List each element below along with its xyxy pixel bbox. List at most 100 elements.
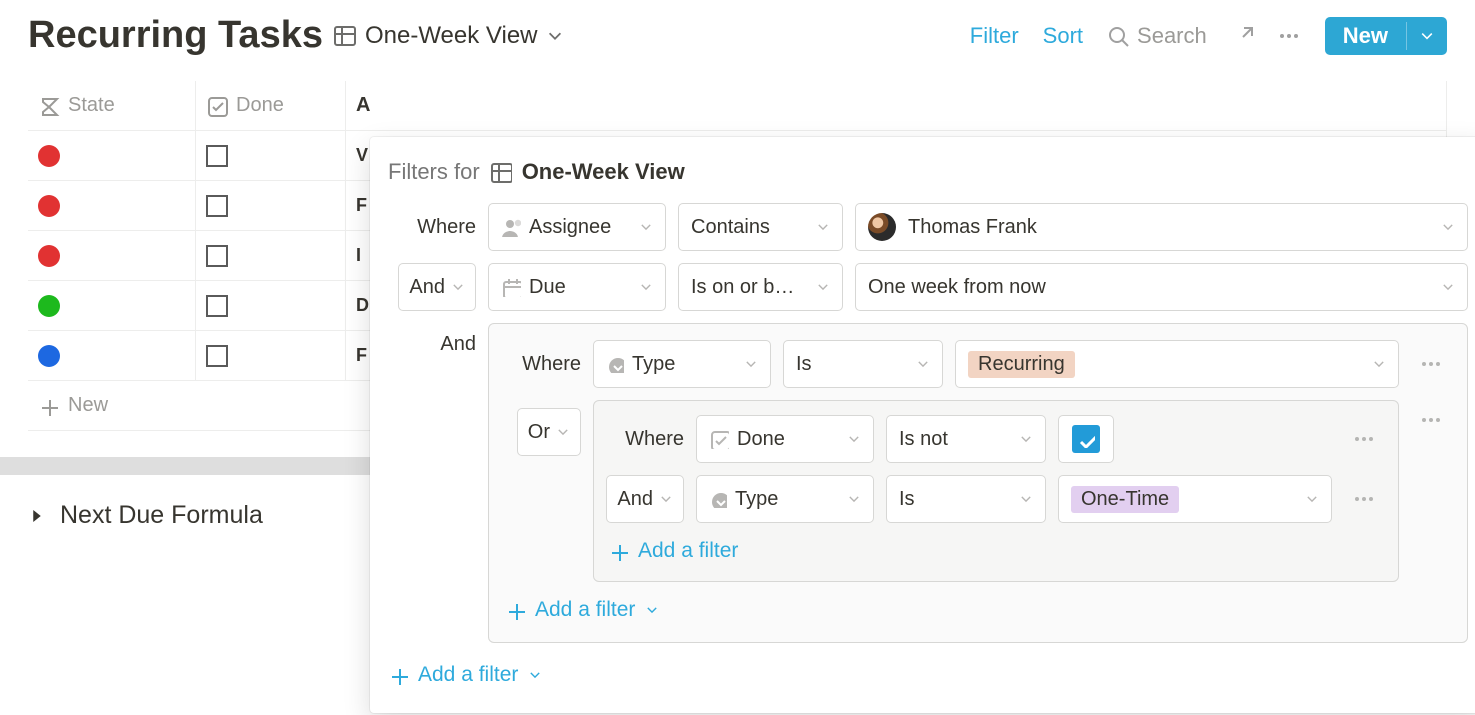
property-select[interactable]: Type [696, 475, 874, 523]
done-checkbox[interactable] [206, 295, 228, 317]
property-select[interactable]: Type [593, 340, 771, 388]
chevron-down-icon [1441, 280, 1455, 294]
table-icon [333, 24, 357, 48]
col-name[interactable]: A [346, 81, 1447, 130]
operator-select[interactable]: Contains [678, 203, 843, 251]
check-icon [1072, 425, 1100, 453]
value-select[interactable]: Recurring [955, 340, 1399, 388]
add-filter-button[interactable]: Add a filter [608, 535, 1384, 567]
conjunction-select[interactable]: And [606, 475, 684, 523]
view-switcher[interactable]: One-Week View [333, 22, 564, 50]
state-dot [38, 345, 60, 367]
view-name: One-Week View [365, 22, 538, 50]
rule-more-button[interactable] [1344, 487, 1384, 511]
select-icon [709, 490, 727, 508]
property-select[interactable]: Assignee [488, 203, 666, 251]
value-select[interactable]: One week from now [855, 263, 1468, 311]
chevron-down-icon [847, 432, 861, 446]
done-checkbox[interactable] [206, 345, 228, 367]
chevron-down-icon [916, 357, 930, 371]
value-checkbox[interactable] [1058, 415, 1114, 463]
value-select[interactable]: Thomas Frank [855, 203, 1468, 251]
chevron-down-icon [546, 27, 564, 45]
operator-select[interactable]: Is [783, 340, 943, 388]
avatar [868, 213, 896, 241]
header-actions: Filter Sort Search New [970, 17, 1447, 55]
done-checkbox[interactable] [206, 245, 228, 267]
chevron-down-icon [556, 425, 570, 439]
col-state[interactable]: State [28, 81, 196, 130]
property-select[interactable]: Done [696, 415, 874, 463]
operator-label: Is on or b… [691, 276, 794, 299]
chevron-down-icon [1441, 220, 1455, 234]
value-label: Thomas Frank [908, 216, 1037, 239]
col-state-label: State [68, 94, 115, 117]
plus-icon [38, 396, 58, 416]
conj-and: And [440, 333, 476, 356]
filter-group-nested: Where Done Is not [593, 400, 1399, 582]
rule-more-button[interactable] [1344, 427, 1384, 451]
operator-label: Contains [691, 216, 770, 239]
chevron-down-icon [1019, 432, 1033, 446]
filter-rule: Where Assignee Contains Thomas Frank [388, 203, 1468, 251]
search-icon [1107, 25, 1129, 47]
conjunction-select[interactable]: And [398, 263, 476, 311]
operator-select[interactable]: Is not [886, 415, 1046, 463]
filter-rule: And Due Is on or b… One week from now [388, 263, 1468, 311]
filter-button[interactable]: Filter [970, 23, 1019, 49]
property-label: Done [737, 428, 785, 451]
plus-icon [608, 541, 628, 561]
done-checkbox[interactable] [206, 145, 228, 167]
filter-rule: And Type Is [608, 475, 1384, 523]
checkbox-icon [206, 95, 228, 117]
col-done[interactable]: Done [196, 81, 346, 130]
done-checkbox[interactable] [206, 195, 228, 217]
new-button-dropdown[interactable] [1406, 22, 1447, 50]
sigma-icon [38, 95, 60, 117]
plus-icon [505, 600, 525, 620]
property-label: Due [529, 276, 566, 299]
conj-label: Or [528, 421, 550, 444]
chevron-down-icon [639, 280, 653, 294]
chevron-down-icon [1419, 28, 1435, 44]
add-filter-button[interactable]: Add a filter [388, 659, 1468, 691]
tag-onetime: One-Time [1071, 486, 1179, 513]
new-button[interactable]: New [1325, 17, 1447, 55]
chevron-down-icon [847, 492, 861, 506]
new-row-label: New [68, 394, 108, 417]
chevron-down-icon [528, 668, 542, 682]
operator-select[interactable]: Is on or b… [678, 263, 843, 311]
chevron-down-icon [744, 357, 758, 371]
add-filter-button[interactable]: Add a filter [505, 594, 1451, 626]
value-select[interactable]: One-Time [1058, 475, 1332, 523]
toggle-label: Next Due Formula [60, 501, 263, 530]
page-title: Recurring Tasks [28, 14, 323, 57]
table-icon [490, 161, 512, 183]
property-label: Type [735, 488, 778, 511]
chevron-down-icon [1372, 357, 1386, 371]
expand-button[interactable] [1231, 25, 1253, 47]
state-dot [38, 295, 60, 317]
filter-rule: Where Done Is not [608, 415, 1384, 463]
sort-button[interactable]: Sort [1043, 23, 1083, 49]
filter-group: Where Type Is Recurring [488, 323, 1468, 643]
property-label: Type [632, 353, 675, 376]
chevron-down-icon [816, 280, 830, 294]
chevron-down-icon [659, 492, 673, 506]
filter-group-row: And Where Type Is [388, 323, 1468, 643]
operator-select[interactable]: Is [886, 475, 1046, 523]
plus-icon [388, 665, 408, 685]
chevron-down-icon [1019, 492, 1033, 506]
chevron-down-icon [639, 220, 653, 234]
operator-label: Is [899, 488, 915, 511]
conjunction-select[interactable]: Or [517, 408, 581, 456]
property-select[interactable]: Due [488, 263, 666, 311]
caret-right-icon [28, 507, 46, 525]
state-dot [38, 145, 60, 167]
search-button[interactable]: Search [1107, 23, 1207, 49]
chevron-down-icon [645, 603, 659, 617]
more-button[interactable] [1277, 24, 1301, 48]
rule-more-button[interactable] [1411, 352, 1451, 376]
group-more-button[interactable] [1411, 400, 1451, 432]
chevron-down-icon [816, 220, 830, 234]
